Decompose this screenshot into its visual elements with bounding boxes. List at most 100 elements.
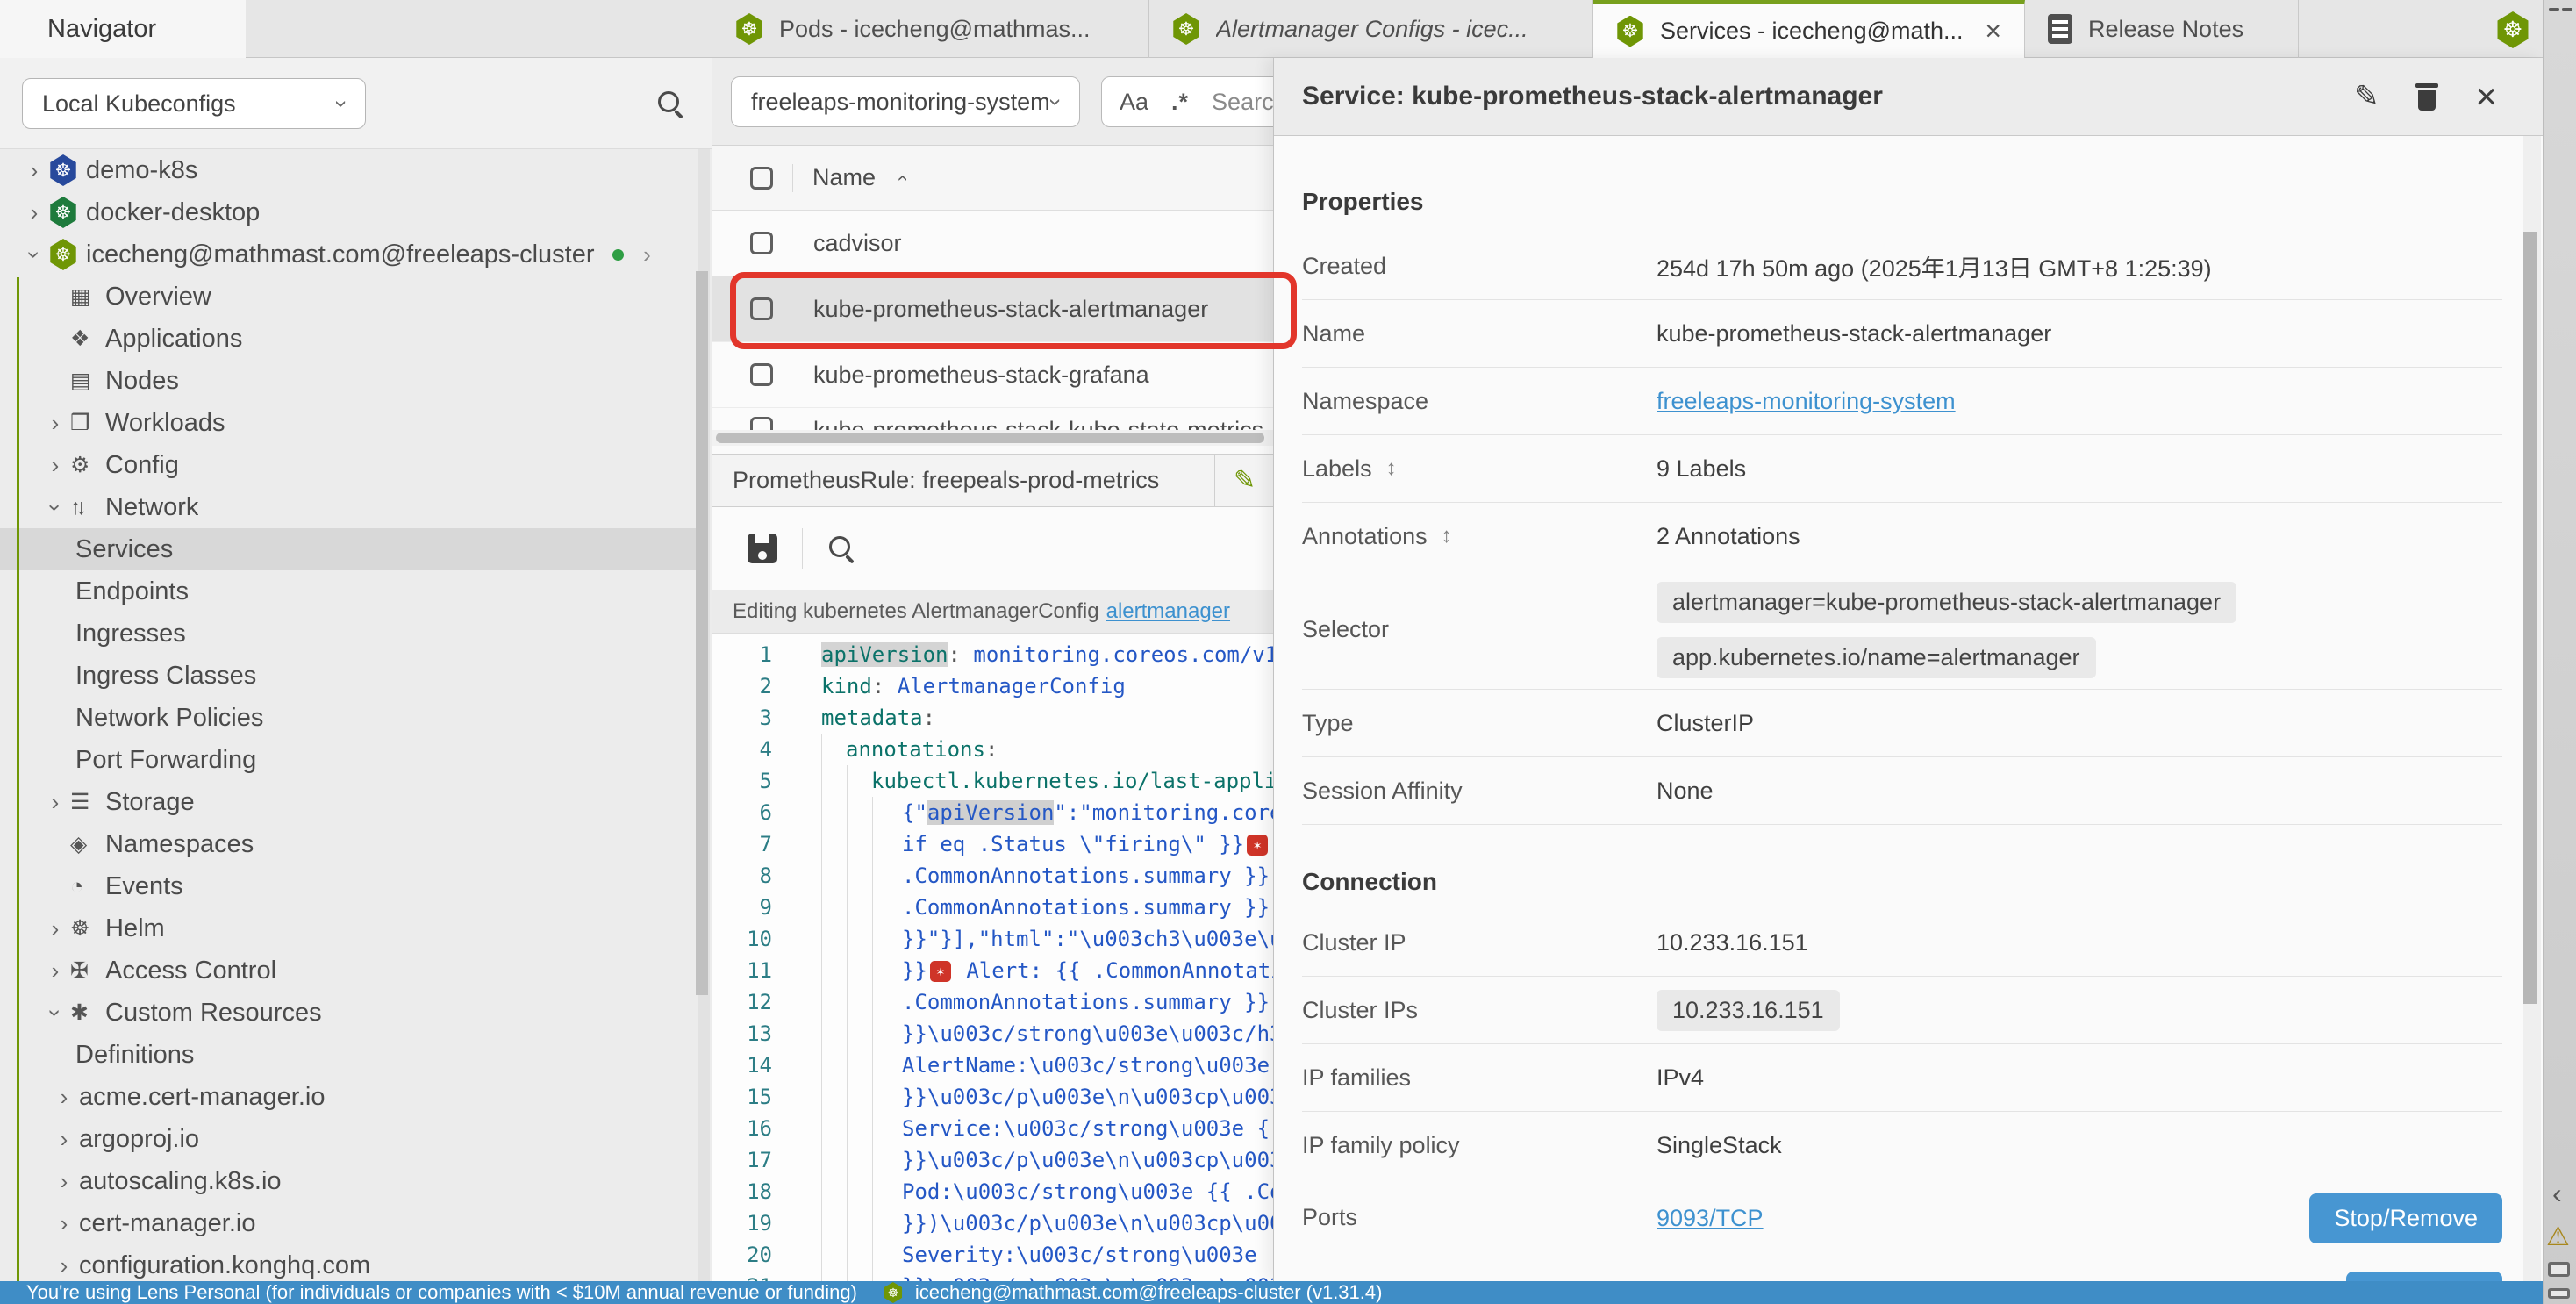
property-row-created: Created254d 17h 50m ago (2025年1月13日 GMT+… <box>1302 233 2502 300</box>
expander-icon[interactable]: › <box>42 492 69 522</box>
table-row[interactable]: cadvisor <box>712 211 1273 276</box>
sidebar-item-argoproj-io[interactable]: ›argoproj.io <box>0 1118 696 1160</box>
table-row[interactable]: kube-prometheus-stack-grafana <box>712 342 1273 408</box>
sidebar-item-demo-k8s[interactable]: ›☸demo-k8s <box>0 149 696 191</box>
sidebar-item-services[interactable]: ›Services <box>0 528 696 570</box>
row-checkbox[interactable] <box>750 297 773 320</box>
tab-services-icecheng-math[interactable]: ☸Services - icecheng@math...× <box>1593 0 2025 58</box>
navigator-tab[interactable]: Navigator <box>0 0 246 58</box>
expander-icon[interactable]: › <box>19 157 49 184</box>
tab-alertmanager-configs-icec[interactable]: ☸Alertmanager Configs - icec... <box>1149 0 1593 58</box>
expander-icon[interactable]: › <box>49 1168 79 1195</box>
horizontal-scrollbar[interactable] <box>712 430 1273 446</box>
sidebar-item-storage[interactable]: ›☰Storage <box>0 781 696 823</box>
panel-toggle-icon[interactable] <box>2548 1288 2570 1299</box>
table-row[interactable]: kube-prometheus-stack-alertmanager <box>712 276 1273 342</box>
sidebar-scrollbar[interactable] <box>698 149 710 1281</box>
expander-icon[interactable]: › <box>49 1084 79 1111</box>
sidebar-item-nodes[interactable]: ›▤Nodes <box>0 360 696 402</box>
expander-icon[interactable]: › <box>49 1210 79 1237</box>
sidebar-item-custom-resources[interactable]: ›✱Custom Resources <box>0 992 696 1034</box>
sidebar-item-endpoints[interactable]: ›Endpoints <box>0 570 696 613</box>
sort-updown-icon[interactable]: ↕ <box>1442 524 1452 548</box>
sidebar-item-port-forwarding[interactable]: ›Port Forwarding <box>0 739 696 781</box>
edit-icon[interactable]: ✎ <box>1234 465 1256 496</box>
chevron-right-icon[interactable]: › <box>633 241 662 269</box>
code-content: Severity:\u003c/strong\u003e <box>793 1239 1273 1271</box>
sidebar-item-events[interactable]: ›◔Events <box>0 865 696 907</box>
scrollbar-thumb[interactable] <box>2523 232 2537 1004</box>
expander-icon[interactable]: › <box>21 240 48 269</box>
port-action-button-stop-remove[interactable]: Stop/Remove <box>2309 1193 2502 1243</box>
yaml-editor[interactable]: 1apiVersion: monitoring.coreos.com/v12ki… <box>712 634 1273 1281</box>
panel-toggle-icon[interactable] <box>2548 1262 2570 1277</box>
row-checkbox[interactable] <box>750 417 773 430</box>
row-checkbox[interactable] <box>750 232 773 254</box>
row-checkbox[interactable] <box>750 363 773 386</box>
sidebar-item-helm[interactable]: ›☸Helm <box>0 907 696 949</box>
expander-icon[interactable]: › <box>42 998 69 1028</box>
sidebar-item-configuration-konghq-com[interactable]: ›configuration.konghq.com <box>0 1244 696 1281</box>
property-value: IPv4 <box>1657 1064 2502 1092</box>
sidebar-item-network-policies[interactable]: ›Network Policies <box>0 697 696 739</box>
match-case-icon[interactable]: Aa <box>1120 89 1148 116</box>
edit-icon[interactable]: ✎ <box>2354 79 2379 114</box>
drawer-scrollbar[interactable] <box>2523 136 2541 1281</box>
close-icon[interactable]: × <box>2475 78 2497 115</box>
expander-icon[interactable]: › <box>40 410 70 437</box>
sidebar-item-applications[interactable]: ›❖Applications <box>0 318 696 360</box>
sidebar-item-config[interactable]: ›⚙Config <box>0 444 696 486</box>
sidebar-item-docker-desktop[interactable]: ›☸docker-desktop <box>0 191 696 233</box>
code-content: kubectl.kubernetes.io/last-appli <box>793 765 1273 797</box>
scrollbar-thumb[interactable] <box>716 433 1264 443</box>
namespace-selector[interactable]: freeleaps-monitoring-system › <box>731 76 1080 127</box>
scrollbar-thumb[interactable] <box>696 271 708 995</box>
code-content: annotations: <box>793 734 1273 765</box>
sidebar-item-definitions[interactable]: ›Definitions <box>0 1034 696 1076</box>
regex-icon[interactable]: .* <box>1171 89 1189 116</box>
port-action-button-forward[interactable]: Forward... <box>2346 1272 2502 1281</box>
sidebar-item-namespaces[interactable]: ›◈Namespaces <box>0 823 696 865</box>
tab-pods-icecheng-mathmas[interactable]: ☸Pods - icecheng@mathmas... <box>712 0 1149 58</box>
property-row-ip-families: IP familiesIPv4 <box>1302 1044 2502 1112</box>
code-content: if eq .Status \"firing\" }}✶ <box>793 828 1273 860</box>
expander-icon[interactable]: › <box>19 199 49 226</box>
sidebar-item-acme-cert-manager-io[interactable]: ›acme.cert-manager.io <box>0 1076 696 1118</box>
property-value: 10.233.16.151 <box>1657 990 2502 1031</box>
sidebar-item-ingresses[interactable]: ›Ingresses <box>0 613 696 655</box>
tab-release-notes[interactable]: Release Notes <box>2025 0 2299 58</box>
namespace-selector-value: freeleaps-monitoring-system <box>751 89 1050 116</box>
kubeconfig-selector[interactable]: Local Kubeconfigs › <box>22 78 366 129</box>
chevron-left-icon[interactable]: ‹ <box>2552 1178 2562 1210</box>
expander-icon[interactable]: › <box>40 789 70 816</box>
editor-search-icon[interactable] <box>827 534 855 562</box>
sidebar-item-overview[interactable]: ›▦Overview <box>0 276 696 318</box>
expander-icon[interactable]: › <box>49 1252 79 1279</box>
expander-icon[interactable]: › <box>40 915 70 942</box>
port-link[interactable]: 9093/TCP <box>1657 1205 1764 1232</box>
sidebar-item-access-control[interactable]: ›✠Access Control <box>0 949 696 992</box>
name-column-header[interactable]: Name <box>812 164 876 191</box>
sort-updown-icon[interactable]: ↕ <box>1386 456 1397 481</box>
search-icon[interactable] <box>656 90 684 118</box>
select-all-checkbox[interactable] <box>750 167 773 190</box>
save-icon[interactable] <box>748 534 777 563</box>
sidebar-item-cert-manager-io[interactable]: ›cert-manager.io <box>0 1202 696 1244</box>
sidebar-item-autoscaling-k8s-io[interactable]: ›autoscaling.k8s.io <box>0 1160 696 1202</box>
sidebar-item-network[interactable]: ›↑↓Network <box>0 486 696 528</box>
namespace-link[interactable]: freeleaps-monitoring-system <box>1657 388 1956 415</box>
expander-icon[interactable]: › <box>40 957 70 985</box>
expander-icon[interactable]: › <box>40 452 70 479</box>
expander-icon[interactable]: › <box>49 1126 79 1153</box>
sidebar-item-ingress-classes[interactable]: ›Ingress Classes <box>0 655 696 697</box>
sidebar-item-workloads[interactable]: ›❒Workloads <box>0 402 696 444</box>
table-row[interactable]: kube-prometheus-stack-kube-state-metrics <box>712 408 1273 430</box>
delete-icon[interactable] <box>2415 83 2438 111</box>
indent-guide <box>847 1207 848 1239</box>
sort-ascending-icon[interactable]: › <box>891 175 913 181</box>
sidebar-item-icecheng-mathmast-com-freeleaps-cluster[interactable]: ›☸icecheng@mathmast.com@freeleaps-cluste… <box>0 233 696 276</box>
editing-object-link[interactable]: alertmanager <box>1106 599 1230 624</box>
search-box[interactable]: Aa .* Search <box>1101 76 1273 127</box>
warning-icon[interactable]: ⚠ <box>2546 1222 2570 1252</box>
tab-close-icon[interactable]: × <box>1967 15 2001 47</box>
